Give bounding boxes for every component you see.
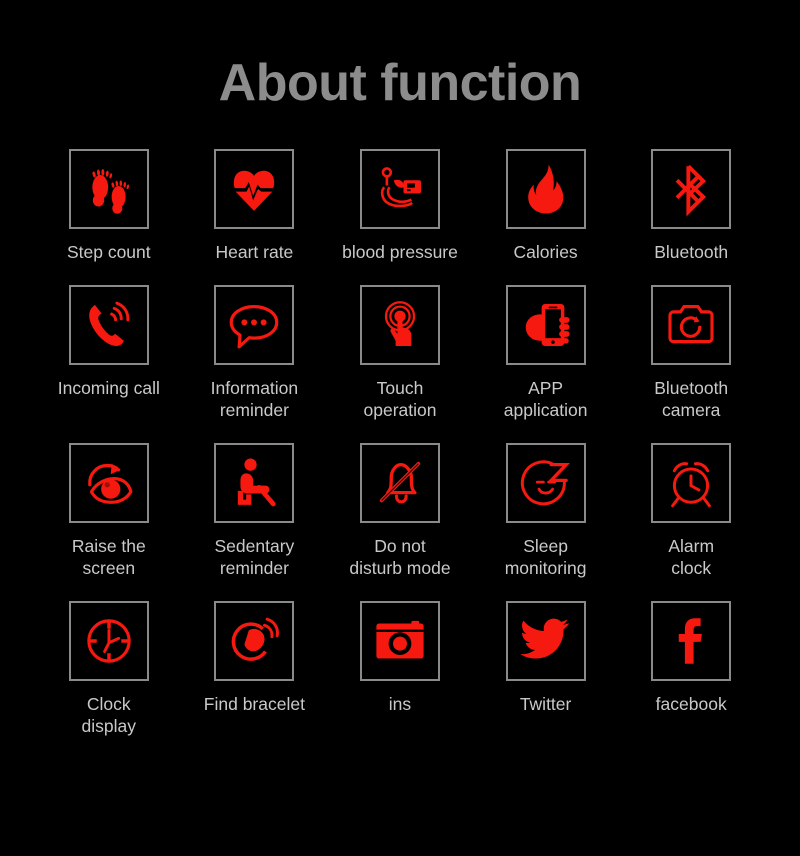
- heart-pulse-icon: [234, 170, 275, 211]
- blood-pressure-monitor-icon: [380, 166, 421, 207]
- feature-cell-information-reminder[interactable]: Information reminder: [182, 284, 328, 421]
- feature-cell-find-bracelet[interactable]: Find bracelet: [182, 600, 328, 737]
- feature-label: blood pressure: [342, 241, 458, 262]
- feature-label: Alarm clock: [668, 535, 715, 578]
- icon-box[interactable]: [359, 148, 440, 229]
- feature-label: Sleep monitoring: [504, 535, 587, 578]
- speech-bubble-icon: [230, 304, 279, 349]
- feature-label: Do not disturb mode: [349, 535, 451, 578]
- clock-face-icon: [87, 618, 131, 663]
- bell-slash-icon: [379, 461, 421, 503]
- icon-box[interactable]: [359, 600, 440, 681]
- about-function-page: About function Step count Heart rate blo…: [0, 0, 800, 856]
- feature-cell-sedentary-reminder[interactable]: Sedentary reminder: [182, 442, 328, 579]
- icon-box[interactable]: [214, 284, 295, 365]
- feature-cell-clock-display[interactable]: Clock display: [36, 600, 182, 737]
- bluetooth-icon: [675, 164, 707, 217]
- feature-cell-ins[interactable]: ins: [327, 600, 473, 737]
- twitter-bird-icon: [519, 618, 569, 659]
- feature-label: Information reminder: [210, 377, 299, 420]
- sleeping-face-z-icon: [520, 459, 570, 505]
- feature-label: Sedentary reminder: [214, 535, 295, 578]
- icon-box[interactable]: [68, 600, 149, 681]
- feature-label: Incoming call: [57, 377, 160, 398]
- icon-box[interactable]: [214, 442, 295, 523]
- feature-label: Find bracelet: [203, 693, 305, 714]
- feature-label: ins: [388, 693, 412, 714]
- feature-label: Step count: [66, 241, 151, 262]
- icon-box[interactable]: [505, 600, 586, 681]
- hand-holding-phone-icon: [525, 303, 570, 346]
- eye-rotate-icon: [87, 463, 133, 504]
- feature-cell-do-not-disturb[interactable]: Do not disturb mode: [327, 442, 473, 579]
- icon-box[interactable]: [359, 284, 440, 365]
- icon-box[interactable]: [651, 148, 732, 229]
- instagram-icon: [376, 620, 424, 659]
- feature-label: APP application: [503, 377, 588, 420]
- feature-cell-touch-operation[interactable]: Touch operation: [327, 284, 473, 421]
- icon-box[interactable]: [651, 284, 732, 365]
- icon-box[interactable]: [68, 442, 149, 523]
- facebook-f-icon: [678, 617, 703, 664]
- feature-cell-facebook[interactable]: facebook: [618, 600, 764, 737]
- icon-box[interactable]: [68, 284, 149, 365]
- feature-cell-twitter[interactable]: Twitter: [473, 600, 619, 737]
- icon-box[interactable]: [651, 600, 732, 681]
- icon-box[interactable]: [505, 442, 586, 523]
- icon-box[interactable]: [68, 148, 149, 229]
- page-title: About function: [218, 54, 582, 112]
- feature-label: Clock display: [81, 693, 137, 736]
- feature-cell-calories[interactable]: Calories: [473, 148, 619, 263]
- feature-label: Raise the screen: [71, 535, 146, 578]
- feature-cell-raise-the-screen[interactable]: Raise the screen: [36, 442, 182, 579]
- feature-cell-app-application[interactable]: APP application: [473, 284, 619, 421]
- icon-box[interactable]: [505, 148, 586, 229]
- vibrating-bracelet-icon: [232, 617, 280, 661]
- feature-label: Touch operation: [363, 377, 437, 420]
- feature-label: facebook: [655, 693, 727, 714]
- ringing-phone-icon: [88, 301, 130, 346]
- feature-cell-step-count[interactable]: Step count: [36, 148, 182, 263]
- feature-cell-heart-rate[interactable]: Heart rate: [182, 148, 328, 263]
- icon-box[interactable]: [505, 284, 586, 365]
- feature-label: Heart rate: [215, 241, 294, 262]
- icon-box[interactable]: [214, 148, 295, 229]
- icon-box[interactable]: [214, 600, 295, 681]
- feature-label: Twitter: [519, 693, 572, 714]
- feature-grid: Step count Heart rate blood pressure Cal…: [0, 148, 800, 737]
- camera-icon: [668, 304, 714, 343]
- seated-person-icon: [238, 458, 277, 506]
- feature-cell-incoming-call[interactable]: Incoming call: [36, 284, 182, 421]
- feature-label: Bluetooth camera: [654, 377, 729, 420]
- feature-cell-sleep-monitoring[interactable]: Sleep monitoring: [473, 442, 619, 579]
- flame-icon: [527, 164, 563, 214]
- feature-cell-bluetooth[interactable]: Bluetooth: [618, 148, 764, 263]
- feature-cell-alarm-clock[interactable]: Alarm clock: [618, 442, 764, 579]
- alarm-clock-icon: [671, 461, 712, 507]
- icon-box[interactable]: [359, 442, 440, 523]
- footprints-icon: [92, 168, 129, 214]
- feature-cell-blood-pressure[interactable]: blood pressure: [327, 148, 473, 263]
- feature-cell-bluetooth-camera[interactable]: Bluetooth camera: [618, 284, 764, 421]
- feature-label: Bluetooth: [654, 241, 729, 262]
- icon-box[interactable]: [651, 442, 732, 523]
- feature-label: Calories: [513, 241, 578, 262]
- touch-gesture-icon: [384, 300, 416, 346]
